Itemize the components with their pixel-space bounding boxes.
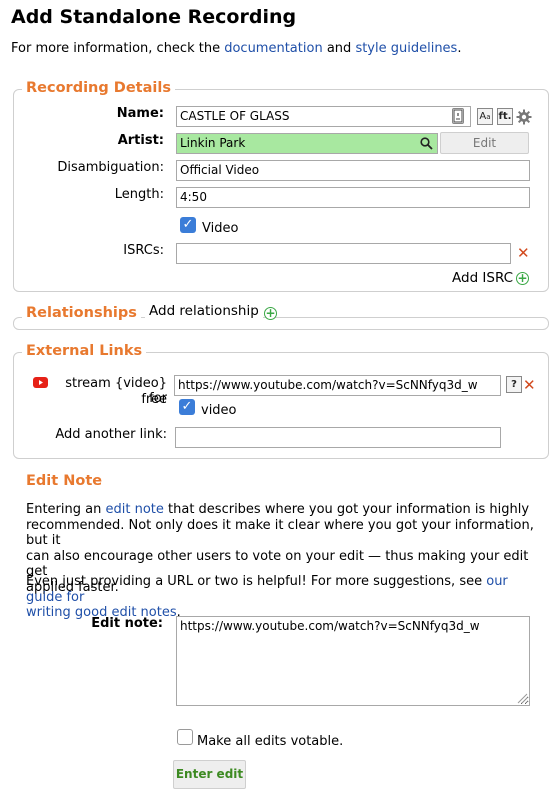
disambiguation-label: Disambiguation:	[57, 160, 164, 175]
length-input[interactable]: 4:50	[176, 187, 530, 208]
votable-label: Make all edits votable.	[197, 734, 344, 749]
intro-and: and	[326, 41, 352, 56]
video-checkbox[interactable]: ✓	[180, 217, 196, 233]
length-label: Length:	[114, 187, 164, 202]
search-icon[interactable]	[420, 137, 433, 150]
edit-note-heading: Edit Note	[26, 473, 103, 489]
lock-icon[interactable]	[452, 108, 464, 124]
artist-label: Artist:	[117, 133, 164, 148]
relationships-legend: Relationships	[22, 305, 141, 321]
add-link-label: Add another link:	[55, 427, 167, 442]
feat-artists-button[interactable]: ft.	[497, 108, 513, 125]
add-relationship-label[interactable]: Add relationship	[145, 303, 263, 319]
edit-note-link[interactable]: edit note	[105, 502, 163, 517]
name-label: Name:	[116, 106, 164, 121]
add-icon[interactable]: +	[516, 272, 529, 285]
style-guidelines-link[interactable]: style guidelines	[355, 41, 457, 56]
para1-a: Entering an	[26, 502, 102, 517]
para1-b: that describes where you got your inform…	[168, 502, 530, 517]
recording-details-legend: Recording Details	[22, 80, 175, 96]
disambiguation-input[interactable]: Official Video	[176, 160, 530, 181]
link-type-label-line2: free	[141, 392, 167, 407]
resize-grip-icon[interactable]	[516, 692, 528, 704]
guess-case-button[interactable]: Aa	[477, 108, 493, 125]
intro-end: .	[457, 41, 462, 56]
checkmark-icon: ✓	[181, 399, 193, 414]
link-video-checkbox[interactable]: ✓	[179, 399, 195, 415]
external-links-legend: External Links	[22, 343, 147, 359]
add-relationship-icon[interactable]: +	[264, 307, 277, 320]
intro-text: For more information, check the document…	[11, 41, 461, 56]
name-input[interactable]: CASTLE OF GLASS	[176, 106, 471, 127]
edit-note-paragraph-2: Even just providing a URL or two is help…	[26, 574, 546, 621]
edit-note-textarea[interactable]: https://www.youtube.com/watch?v=ScNNfyq3…	[176, 616, 530, 706]
isrcs-label: ISRCs:	[123, 243, 164, 258]
artist-input[interactable]: Linkin Park	[176, 133, 438, 154]
add-link-input[interactable]	[175, 427, 501, 448]
intro-prefix: For more information, check the	[11, 41, 221, 56]
guess-case-sub: a	[486, 113, 491, 121]
isrc-input[interactable]	[176, 243, 511, 264]
remove-link-icon[interactable]: ✕	[523, 376, 536, 394]
votable-checkbox[interactable]	[177, 729, 193, 745]
enter-edit-button[interactable]: Enter edit	[173, 760, 246, 789]
checkmark-icon: ✓	[182, 217, 194, 232]
external-link-input[interactable]: https://www.youtube.com/watch?v=ScNNfyq3…	[174, 375, 501, 396]
add-isrc-label[interactable]: Add ISRC	[452, 270, 513, 286]
link-video-label: video	[201, 403, 237, 418]
help-button[interactable]: ?	[506, 376, 522, 393]
artist-edit-button[interactable]: Edit	[440, 132, 529, 154]
para2-a: Even just providing a URL or two is help…	[26, 574, 483, 589]
remove-isrc-icon[interactable]: ✕	[517, 244, 530, 262]
page-title: Add Standalone Recording	[11, 6, 297, 28]
documentation-link[interactable]: documentation	[224, 41, 322, 56]
video-label: Video	[202, 221, 239, 236]
para1-line2: recommended. Not only does it make it cl…	[26, 517, 534, 549]
edit-note-label: Edit note:	[91, 616, 163, 631]
gear-icon[interactable]	[516, 109, 532, 125]
